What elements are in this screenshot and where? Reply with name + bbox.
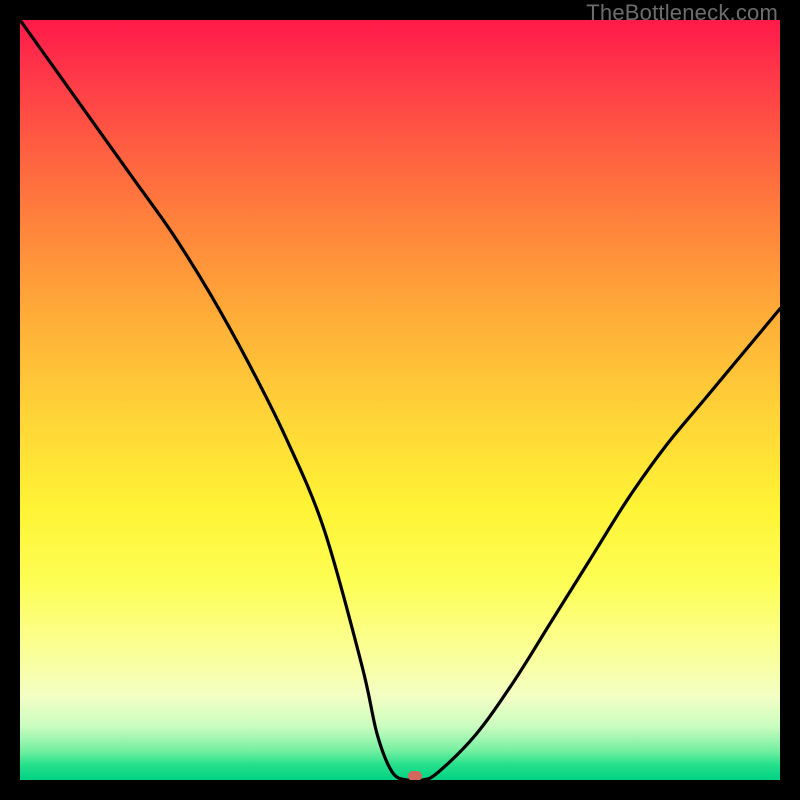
bottleneck-curve [20, 20, 780, 780]
plot-area [20, 20, 780, 780]
attribution-label: TheBottleneck.com [586, 0, 778, 26]
optimal-point-marker [408, 771, 422, 780]
chart-frame: TheBottleneck.com [0, 0, 800, 800]
